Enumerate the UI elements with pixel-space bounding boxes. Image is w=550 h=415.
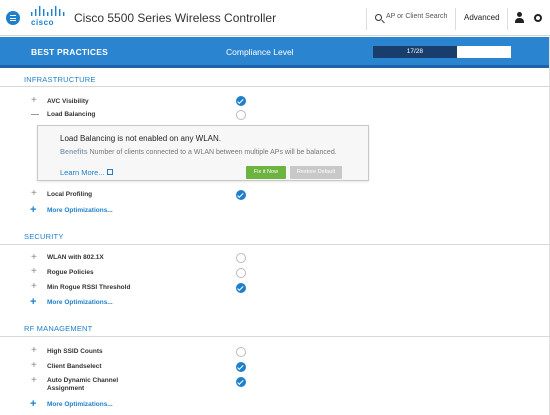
item-wlan-8021x[interactable]: WLAN with 802.1X [47, 254, 104, 261]
more-optimizations-link[interactable]: More Optimizations... [47, 401, 113, 408]
expand-icon[interactable]: + [31, 376, 37, 386]
item-local-profiling[interactable]: Local Profiling [47, 191, 92, 198]
app-title: Cisco 5500 Series Wireless Controller [74, 11, 277, 25]
check-icon [236, 283, 246, 293]
restore-default-button[interactable]: Restore Default [290, 166, 342, 179]
more-plus-icon[interactable]: + [30, 399, 36, 410]
item-min-rogue-rssi[interactable]: Min Rogue RSSI Threshold [47, 284, 130, 291]
section-title-rf-management: RF MANAGEMENT [24, 324, 93, 333]
status-circle-icon [236, 347, 246, 357]
load-balancing-details-panel: Load Balancing is not enabled on any WLA… [37, 125, 369, 181]
progress-text: 17/28 [406, 48, 424, 55]
page-title: BEST PRACTICES [31, 47, 108, 57]
item-load-balancing[interactable]: Load Balancing [47, 111, 95, 118]
expand-icon[interactable]: + [31, 361, 37, 371]
brand-text: cisco [31, 18, 54, 27]
check-icon [236, 377, 246, 387]
expand-icon[interactable]: + [31, 96, 37, 106]
fix-it-now-button[interactable]: Fix it Now [246, 166, 286, 179]
user-icon[interactable] [515, 12, 525, 24]
expand-icon[interactable]: + [31, 346, 37, 356]
top-header: cisco Cisco 5500 Series Wireless Control… [0, 0, 550, 36]
expand-icon[interactable]: + [31, 253, 37, 263]
status-circle-icon [236, 253, 246, 263]
item-avc-visibility[interactable]: AVC Visibility [47, 98, 89, 105]
section-title-security: SECURITY [24, 232, 64, 241]
check-icon [236, 96, 246, 106]
external-link-icon [106, 169, 113, 175]
compliance-progress-bar: 17/28 [373, 46, 511, 58]
section-divider [0, 336, 550, 337]
expand-icon[interactable]: + [31, 267, 37, 277]
search-input[interactable]: AP or Client Search [386, 13, 447, 20]
check-icon [236, 190, 246, 200]
gear-icon[interactable] [534, 14, 542, 22]
item-auto-dynamic-channel[interactable]: Auto Dynamic Channel [47, 377, 118, 384]
main-content: INFRASTRUCTURE + AVC Visibility Load Bal… [0, 68, 550, 415]
advanced-button[interactable]: Advanced [464, 13, 500, 22]
status-circle-icon [236, 268, 246, 278]
more-optimizations-link[interactable]: More Optimizations... [47, 207, 113, 214]
panel-title: Load Balancing is not enabled on any WLA… [60, 134, 221, 143]
panel-benefits: Benefits Number of clients connected to … [60, 148, 360, 158]
learn-more-link[interactable]: Learn More... [60, 168, 113, 177]
expand-icon[interactable]: + [31, 189, 37, 199]
more-plus-icon[interactable]: + [30, 297, 36, 308]
more-plus-icon[interactable]: + [30, 205, 36, 216]
collapse-icon[interactable] [31, 114, 39, 115]
benefits-text: Number of clients connected to a WLAN be… [89, 149, 337, 156]
item-rogue-policies[interactable]: Rogue Policies [47, 269, 94, 276]
benefits-label: Benefits [60, 149, 88, 156]
section-divider [0, 244, 550, 245]
item-auto-dynamic-channel-line2[interactable]: Assignment [47, 385, 84, 392]
divider [455, 8, 456, 30]
learn-more-label[interactable]: Learn More... [60, 168, 105, 177]
item-client-bandselect[interactable]: Client Bandselect [47, 363, 102, 370]
search-icon[interactable] [375, 14, 382, 21]
expand-icon[interactable]: + [31, 282, 37, 292]
item-high-ssid-counts[interactable]: High SSID Counts [47, 348, 103, 355]
check-icon [236, 362, 246, 372]
status-circle-icon [236, 110, 246, 120]
best-practices-banner: BEST PRACTICES Compliance Level 17/28 [0, 37, 550, 68]
divider [366, 8, 367, 30]
divider [507, 8, 508, 30]
section-title-infrastructure: INFRASTRUCTURE [24, 75, 96, 84]
menu-icon[interactable] [6, 11, 20, 25]
compliance-label: Compliance Level [226, 47, 294, 57]
more-optimizations-link[interactable]: More Optimizations... [47, 299, 113, 306]
section-divider [0, 86, 550, 87]
